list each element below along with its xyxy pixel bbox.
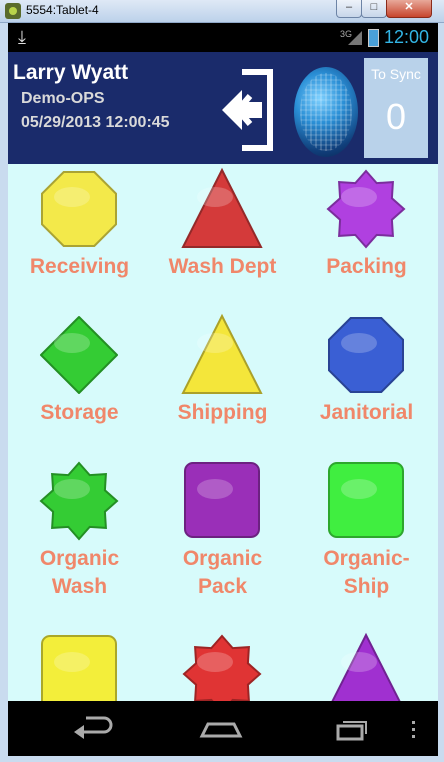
department-label: Organic-Ship (323, 547, 410, 598)
department-tile[interactable]: Janitorial (295, 313, 438, 453)
star8-icon (39, 461, 119, 541)
department-label: Receiving (29, 255, 130, 278)
star8-icon (182, 634, 262, 701)
department-label: Shipping (177, 401, 268, 424)
department-tile[interactable]: Receiving (8, 167, 151, 307)
to-sync-button[interactable]: To Sync 0 (364, 58, 428, 158)
octagon-icon (328, 317, 404, 393)
department-tile[interactable]: Packing (295, 167, 438, 307)
department-tile[interactable]: Organic-Ship (295, 459, 438, 599)
globe-icon[interactable] (294, 67, 358, 157)
square-icon (184, 462, 260, 538)
download-icon: ⤓ (18, 27, 26, 47)
department-label: Janitorial (319, 401, 414, 424)
department-label: Organic Pack (182, 547, 263, 598)
department-tile[interactable]: Shipping (151, 313, 294, 453)
maximize-button[interactable]: □ (361, 0, 387, 18)
app-header: Larry Wyatt Demo-OPS 05/29/2013 12:00:45… (8, 52, 438, 164)
department-label: Wash Dept (168, 255, 277, 278)
department-label: Packing (326, 255, 407, 278)
triangle-icon (331, 632, 401, 701)
back-icon[interactable] (74, 716, 113, 739)
window-titlebar: 5554:Tablet-4 – □ ✕ (0, 0, 444, 23)
department-tile[interactable]: Storage (8, 313, 151, 453)
close-button[interactable]: ✕ (386, 0, 432, 18)
octagon-icon (41, 171, 117, 247)
logout-icon[interactable] (220, 64, 280, 156)
menu-icon[interactable] (412, 721, 415, 738)
user-name: Larry Wyatt (13, 61, 129, 84)
square-icon (41, 635, 117, 701)
minimize-button[interactable]: – (336, 0, 362, 18)
to-sync-count: 0 (385, 96, 407, 137)
status-bar: ⤓ 3G 12:00 (8, 23, 438, 52)
organization-name: Demo-OPS (21, 90, 105, 107)
triangle-icon (181, 167, 263, 248)
session-datetime: 05/29/2013 12:00:45 (21, 114, 170, 131)
department-label: Storage (40, 401, 119, 424)
department-tile[interactable] (295, 632, 438, 701)
signal-icon (348, 31, 362, 45)
square-icon (328, 462, 404, 538)
status-time: 12:00 (384, 27, 430, 47)
home-icon[interactable] (199, 722, 243, 738)
star8-icon (326, 169, 406, 249)
recent-apps-icon[interactable] (336, 721, 367, 741)
department-tile[interactable]: Organic Wash (8, 459, 151, 599)
triangle-icon (181, 313, 263, 394)
battery-icon (368, 29, 379, 47)
device-screen: ⤓ 3G 12:00 Larry Wyatt Demo-OPS 05/29/20… (8, 23, 438, 756)
department-tile[interactable] (8, 632, 151, 701)
department-tile[interactable]: Wash Dept (151, 167, 294, 307)
department-tile[interactable] (151, 632, 294, 701)
to-sync-label: To Sync (371, 66, 421, 82)
department-tile[interactable]: Organic Pack (151, 459, 294, 599)
navigation-bar (8, 701, 438, 756)
window-title: 5554:Tablet-4 (26, 3, 99, 17)
department-grid: Receiving Wash Dept Packing Storage Shipping… (8, 164, 438, 701)
diamond-icon (40, 316, 118, 394)
emulator-window: 5554:Tablet-4 – □ ✕ ⤓ 3G 12:00 Larry Wya… (0, 0, 444, 762)
emulator-app-icon (5, 3, 21, 19)
department-label: Organic Wash (39, 547, 120, 598)
